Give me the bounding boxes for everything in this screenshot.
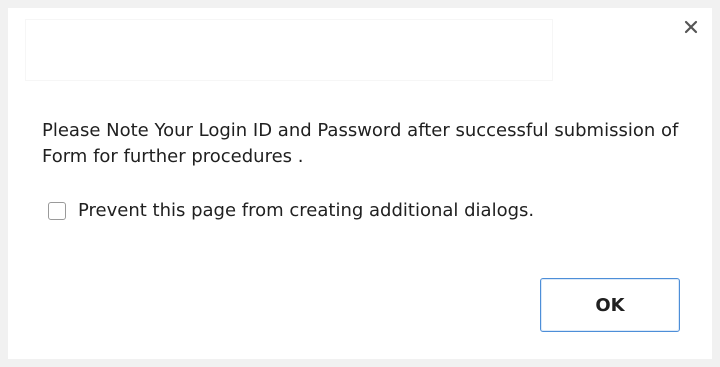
dialog-message: Please Note Your Login ID and Password a… <box>42 120 679 167</box>
close-icon <box>684 20 698 34</box>
prevent-dialogs-checkbox[interactable] <box>48 202 66 220</box>
close-button[interactable] <box>678 14 704 40</box>
prevent-dialogs-option[interactable]: Prevent this page from creating addition… <box>48 198 534 224</box>
dialog-title-area <box>26 20 552 80</box>
prevent-dialogs-label: Prevent this page from creating addition… <box>78 200 535 221</box>
ok-button[interactable]: OK <box>540 278 680 332</box>
alert-dialog: Please Note Your Login ID and Password a… <box>0 0 720 367</box>
